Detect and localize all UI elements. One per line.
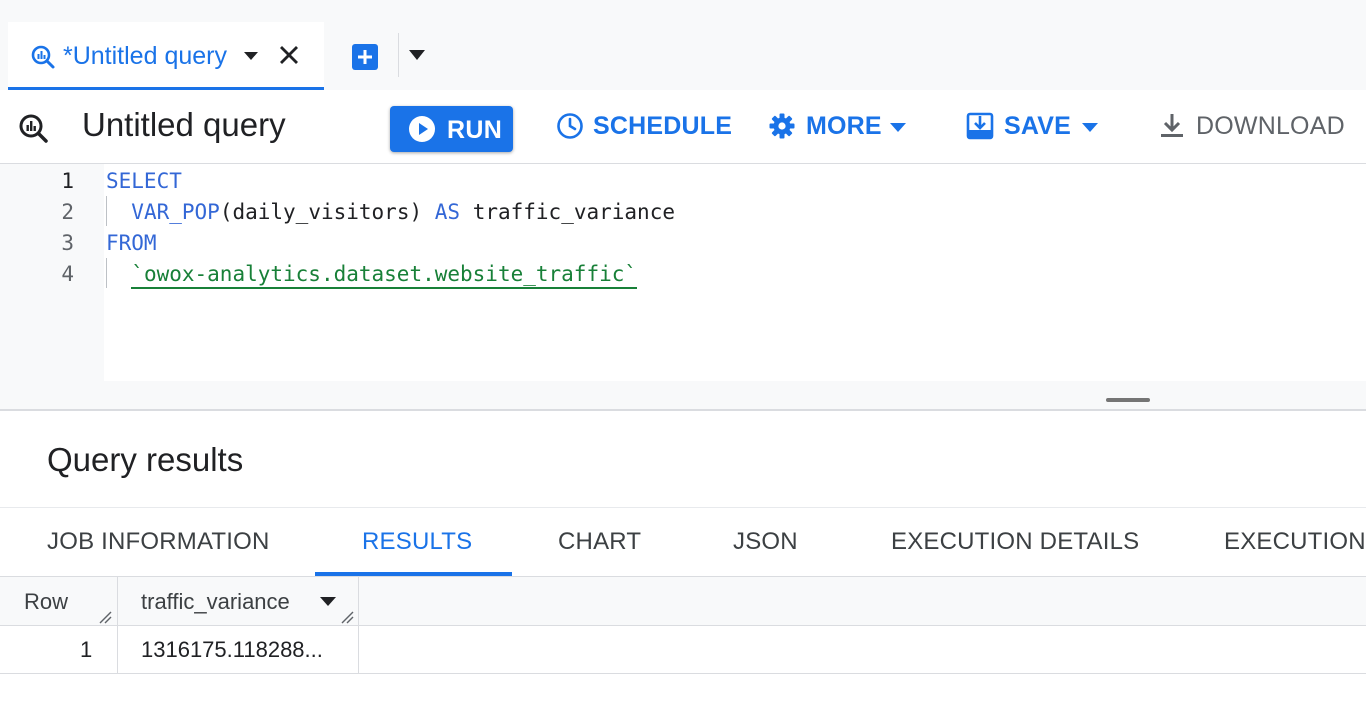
sql-text: (daily_visitors) bbox=[219, 200, 435, 224]
run-label: RUN bbox=[447, 116, 503, 144]
save-icon bbox=[966, 112, 994, 140]
tab-execution-graph[interactable]: EXECUTION bbox=[1224, 528, 1366, 556]
download-icon bbox=[1161, 114, 1183, 137]
sql-table-reference: `owox-analytics.dataset.website_traffic` bbox=[131, 262, 638, 289]
chevron-down-icon[interactable] bbox=[244, 52, 258, 60]
add-box-icon[interactable] bbox=[350, 42, 380, 72]
tab-results[interactable]: RESULTS bbox=[362, 528, 472, 556]
save-button[interactable]: SAVE bbox=[966, 110, 1102, 144]
gear-icon bbox=[769, 113, 795, 139]
tab-job-information[interactable]: JOB INFORMATION bbox=[47, 528, 270, 556]
query-title: Untitled query bbox=[82, 106, 286, 143]
panel-splitter[interactable] bbox=[0, 409, 1366, 411]
column-menu-chevron-icon[interactable] bbox=[320, 597, 336, 606]
query-toolbar: Untitled query RUN SCHEDULE MORE SAVE DO… bbox=[0, 90, 1366, 164]
schedule-label: SCHEDULE bbox=[593, 112, 733, 140]
code-line-1: SELECT bbox=[106, 169, 182, 193]
line-number: 2 bbox=[61, 200, 74, 224]
sql-function: VAR_POP bbox=[131, 200, 220, 224]
close-icon[interactable] bbox=[278, 44, 300, 66]
more-button[interactable]: MORE bbox=[768, 110, 910, 144]
traffic-variance-cell[interactable]: 1316175.118288... bbox=[141, 637, 323, 663]
more-tabs-chevron-icon[interactable] bbox=[408, 50, 426, 60]
results-table-header: Row traffic_variance bbox=[0, 577, 1366, 626]
tab-json[interactable]: JSON bbox=[733, 528, 798, 556]
column-header-row: Row bbox=[24, 589, 69, 614]
results-title: Query results bbox=[47, 441, 244, 478]
schedule-button[interactable]: SCHEDULE bbox=[556, 110, 732, 144]
sql-text: traffic_variance bbox=[460, 200, 675, 224]
column-resize-icon[interactable] bbox=[340, 610, 354, 624]
tab-label: *Untitled query bbox=[63, 42, 227, 70]
code-line-2: VAR_POP(daily_visitors) AS traffic_varia… bbox=[106, 200, 675, 224]
clock-icon bbox=[557, 113, 583, 139]
sql-keyword: FROM bbox=[106, 231, 157, 255]
more-label: MORE bbox=[806, 112, 882, 140]
chevron-down-icon bbox=[890, 123, 906, 132]
download-label: DOWNLOAD bbox=[1196, 112, 1345, 140]
sql-keyword: SELECT bbox=[106, 169, 182, 193]
results-tab-bar: JOB INFORMATION RESULTS CHART JSON EXECU… bbox=[0, 507, 1366, 577]
table-row: 1 1316175.118288... bbox=[0, 626, 1366, 674]
tab-chart[interactable]: CHART bbox=[558, 528, 641, 556]
column-header-traffic-variance[interactable]: traffic_variance bbox=[141, 589, 290, 615]
query-icon bbox=[19, 114, 48, 143]
query-icon bbox=[31, 45, 55, 69]
line-number: 3 bbox=[61, 231, 74, 255]
line-number: 1 bbox=[61, 169, 74, 193]
chevron-down-icon bbox=[1082, 123, 1098, 132]
save-label: SAVE bbox=[1004, 112, 1072, 140]
column-divider bbox=[117, 577, 118, 674]
editor-tab-strip: *Untitled query bbox=[0, 0, 1366, 90]
play-circle-icon bbox=[409, 116, 435, 142]
active-tab-indicator bbox=[315, 572, 512, 576]
tab-untitled-query[interactable]: *Untitled query bbox=[8, 22, 324, 90]
sql-keyword: AS bbox=[434, 200, 461, 224]
tab-divider bbox=[398, 33, 399, 77]
column-divider bbox=[358, 577, 359, 674]
code-line-4: `owox-analytics.dataset.website_traffic` bbox=[106, 262, 638, 289]
run-button[interactable]: RUN bbox=[390, 106, 513, 152]
row-number-cell: 1 bbox=[80, 637, 93, 662]
download-button[interactable]: DOWNLOAD bbox=[1158, 110, 1345, 144]
tab-execution-details[interactable]: EXECUTION DETAILS bbox=[891, 528, 1139, 556]
code-line-3: FROM bbox=[106, 231, 157, 255]
resize-handle[interactable] bbox=[1106, 398, 1150, 402]
column-resize-icon[interactable] bbox=[98, 610, 112, 624]
line-number: 4 bbox=[61, 262, 74, 286]
